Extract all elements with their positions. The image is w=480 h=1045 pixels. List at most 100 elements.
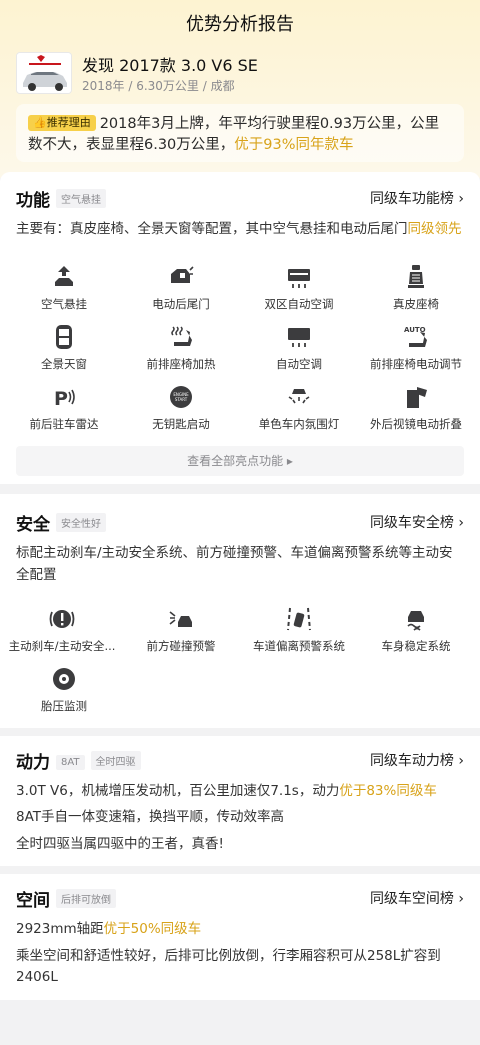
power-line-3: 全时四驱当属四驱中的王者，真香! <box>16 836 224 852</box>
space-line-2: 乘坐空间和舒适性较好，后排可比例放倒，行李厢容积可从258L扩容到2406L <box>16 948 441 985</box>
safety-label: 胎压监测 <box>41 699 87 713</box>
dual-zone-ac-icon <box>288 269 310 288</box>
features-desc-text: 主要有：真皮座椅、全景天窗等配置，其中空气悬挂和电动后尾门 <box>16 221 408 237</box>
feature-item[interactable]: 自动空调 <box>239 324 359 372</box>
power-card: 动力 8AT 全时四驱 同级车动力榜 › 3.0T V6，机械增压发动机，百公里加速… <box>0 736 480 866</box>
features-tag: 空气悬挂 <box>56 189 106 208</box>
feature-label: 真皮座椅 <box>393 297 439 311</box>
feature-item[interactable]: 双区自动空调 <box>239 264 359 312</box>
feature-item[interactable]: P 前后驻车雷达 <box>4 384 124 432</box>
features-title-text: 功能 <box>16 191 50 211</box>
space-line-1-text: 2923mm轴距 <box>16 921 104 937</box>
space-line-1-highlight: 优于50%同级车 <box>103 921 202 937</box>
space-title-text: 空间 <box>16 891 50 911</box>
panoramic-sunroof-icon <box>56 325 72 349</box>
safety-item[interactable]: 车道偏离预警系统 <box>239 606 359 654</box>
space-line-1: 2923mm轴距优于50%同级车 <box>16 919 464 939</box>
header-banner: 优势分析报告 发现 2017款 3.0 V6 SE 2018年 / 6.30万公… <box>0 0 480 178</box>
safety-rank-link[interactable]: 同级车安全榜 › <box>370 512 464 532</box>
car-name: 发现 2017款 3.0 V6 SE <box>82 56 258 75</box>
stability-control-icon <box>407 611 424 631</box>
svg-text:START: START <box>175 397 188 402</box>
space-card: 空间 后排可放倒 同级车空间榜 › 2923mm轴距优于50%同级车 乘坐空间和舒… <box>0 874 480 1000</box>
feature-label: 前排座椅加热 <box>146 357 216 371</box>
view-all-features-button[interactable]: 查看全部亮点功能 ▸ <box>16 446 464 476</box>
tire-pressure-icon <box>53 668 75 690</box>
safety-item[interactable]: 胎压监测 <box>4 666 124 714</box>
car-summary[interactable]: 发现 2017款 3.0 V6 SE 2018年 / 6.30万公里 / 成都 <box>16 52 464 96</box>
report-page: 优势分析报告 发现 2017款 3.0 V6 SE 2018年 / 6.30万公… <box>0 0 480 1045</box>
recommend-highlight: 优于93%同年款车 <box>234 137 354 153</box>
ambient-light-icon <box>288 389 310 404</box>
safety-item[interactable]: 主动刹车/主动安全... <box>2 606 122 654</box>
features-desc: 主要有：真皮座椅、全景天窗等配置，其中空气悬挂和电动后尾门同级领先 <box>16 218 464 240</box>
svg-text:P: P <box>54 388 68 410</box>
safety-title: 安全 安全性好 <box>16 510 106 535</box>
power-tag: 8AT <box>56 755 85 770</box>
power-tag: 全时四驱 <box>90 751 141 770</box>
feature-item[interactable]: 外后视镜电动折叠 <box>356 384 476 432</box>
feature-label: 前后驻车雷达 <box>29 417 99 431</box>
seat-heating-icon <box>171 326 192 346</box>
collision-warning-icon <box>169 611 192 627</box>
space-rank-link[interactable]: 同级车空间榜 › <box>370 888 464 908</box>
feature-label: 空气悬挂 <box>41 297 87 311</box>
power-line-1-highlight: 优于83%同级车 <box>339 783 437 799</box>
safety-label: 前方碰撞预警 <box>146 639 216 653</box>
power-line-1-text: 3.0T V6，机械增压发动机，百公里加速仅7.1s，动力 <box>16 783 340 799</box>
features-desc-highlight: 同级领先 <box>407 221 462 237</box>
recommend-badge: 👍推荐理由 <box>28 115 96 131</box>
power-seat-icon: AUTO <box>404 326 427 347</box>
car-thumbnail <box>16 52 72 94</box>
car-meta: 2018年 / 6.30万公里 / 成都 <box>82 79 235 93</box>
feature-label: 双区自动空调 <box>264 297 334 311</box>
safety-label: 主动刹车/主动安全... <box>8 639 116 653</box>
feature-label: 无钥匙启动 <box>152 417 210 431</box>
safety-desc: 标配主动刹车/主动安全系统、前方碰撞预警、车道偏离预警系统等主动安全配置 <box>16 545 453 583</box>
feature-label: 自动空调 <box>276 357 322 371</box>
auto-ac-icon <box>288 328 310 347</box>
feature-item[interactable]: 真皮座椅 <box>356 264 476 312</box>
feature-item[interactable]: ENGINE START 无钥匙启动 <box>121 384 241 432</box>
safety-card: 安全 安全性好 同级车安全榜 › 标配主动刹车/主动安全系统、前方碰撞预警、车道偏… <box>0 494 480 728</box>
safety-label: 车道偏离预警系统 <box>253 639 345 653</box>
mirror-fold-icon <box>407 387 427 408</box>
feature-item[interactable]: 空气悬挂 <box>4 264 124 312</box>
space-title: 空间 后排可放倒 <box>16 886 116 911</box>
air-suspension-icon <box>55 266 73 286</box>
power-title-text: 动力 <box>16 753 50 773</box>
recommend-box: 👍推荐理由 2018年3月上牌，年平均行驶里程0.93万公里，公里数不大，表显里… <box>16 104 464 162</box>
keyless-start-icon: ENGINESTART <box>170 386 192 408</box>
recommend-badge-label: 推荐理由 <box>46 116 91 129</box>
safety-item[interactable]: 前方碰撞预警 <box>121 606 241 654</box>
feature-label: 前排座椅电动调节 <box>370 357 462 371</box>
feature-label: 电动后尾门 <box>152 297 210 311</box>
feature-item[interactable]: 全景天窗 <box>4 324 124 372</box>
active-brake-icon <box>49 610 75 628</box>
features-title: 功能 空气悬挂 <box>16 186 106 211</box>
power-rank-link[interactable]: 同级车动力榜 › <box>370 750 464 770</box>
feature-item[interactable]: 前排座椅加热 <box>121 324 241 372</box>
safety-tag: 安全性好 <box>56 513 106 532</box>
safety-title-text: 安全 <box>16 515 50 535</box>
feature-item[interactable]: 单色车内氛围灯 <box>239 384 359 432</box>
feature-item[interactable]: 电动后尾门 <box>121 264 241 312</box>
thumbs-up-icon: 👍 <box>33 116 47 129</box>
feature-label: 外后视镜电动折叠 <box>370 417 462 431</box>
leather-seat-icon <box>408 265 424 288</box>
lane-departure-icon <box>287 607 311 631</box>
power-title: 动力 8AT 全时四驱 <box>16 748 141 773</box>
safety-item[interactable]: 车身稳定系统 <box>356 606 476 654</box>
feature-label: 全景天窗 <box>41 357 87 371</box>
power-line-2: 8AT手自一体变速箱，换挡平顺，传动效率高 <box>16 809 285 825</box>
power-tailgate-icon <box>171 266 194 283</box>
space-tag: 后排可放倒 <box>56 889 116 908</box>
safety-label: 车身稳定系统 <box>381 639 451 653</box>
feature-item[interactable]: AUTO 前排座椅电动调节 <box>356 324 476 372</box>
page-title: 优势分析报告 <box>186 14 294 35</box>
features-rank-link[interactable]: 同级车功能榜 › <box>370 188 464 208</box>
feature-label: 单色车内氛围灯 <box>258 417 340 431</box>
features-card: 功能 空气悬挂 同级车功能榜 › 主要有：真皮座椅、全景天窗等配置，其中空气悬挂和… <box>0 172 480 484</box>
parking-radar-icon: P <box>54 388 75 410</box>
power-line-1: 3.0T V6，机械增压发动机，百公里加速仅7.1s，动力优于83%同级车 <box>16 781 464 801</box>
